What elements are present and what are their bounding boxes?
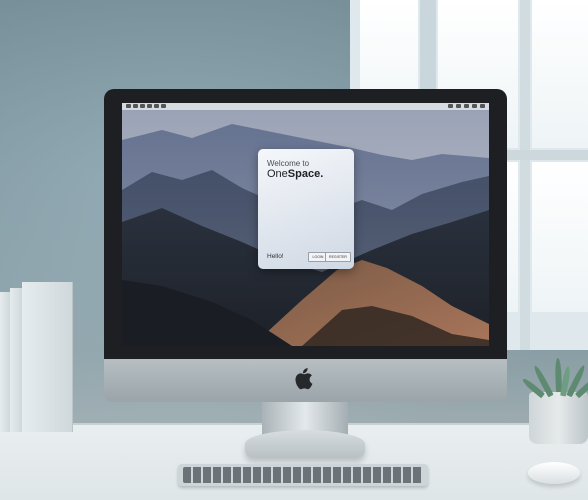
menu-item[interactable] (133, 104, 138, 108)
imac-stand-base (245, 430, 365, 458)
menu-bar-left (126, 104, 166, 109)
imac-screen: Welcome to OneSpace. Hello! LOGIN REGIST… (122, 103, 489, 346)
brand-suffix: Space. (287, 168, 324, 180)
keyboard-keys (183, 467, 423, 483)
plant-pot (529, 392, 588, 444)
welcome-dialog: Welcome to OneSpace. Hello! LOGIN REGIST… (258, 149, 354, 269)
window-pane (532, 162, 588, 312)
desk-scene: Welcome to OneSpace. Hello! LOGIN REGIST… (0, 0, 588, 500)
welcome-text: Welcome to (267, 159, 310, 168)
menu-bar-status (448, 104, 485, 109)
status-icon[interactable] (472, 104, 477, 108)
register-button[interactable]: REGISTER (325, 252, 351, 262)
apple-logo-icon (293, 368, 315, 392)
brand-prefix: One (267, 168, 288, 180)
status-icon[interactable] (464, 104, 469, 108)
window-pane (532, 0, 588, 148)
mouse (528, 462, 580, 484)
apple-menu-icon[interactable] (126, 104, 131, 108)
brand-name: OneSpace. (267, 168, 323, 180)
menu-item[interactable] (140, 104, 145, 108)
imac: Welcome to OneSpace. Hello! LOGIN REGIST… (104, 89, 507, 402)
menu-item[interactable] (161, 104, 166, 108)
window-mullion (520, 0, 530, 350)
status-icon[interactable] (480, 104, 485, 108)
menu-bar (122, 103, 489, 110)
books (0, 282, 73, 432)
status-icon[interactable] (456, 104, 461, 108)
menu-item[interactable] (154, 104, 159, 108)
greeting-text: Hello! (267, 253, 284, 260)
status-icon[interactable] (448, 104, 453, 108)
book (22, 282, 73, 432)
menu-item[interactable] (147, 104, 152, 108)
